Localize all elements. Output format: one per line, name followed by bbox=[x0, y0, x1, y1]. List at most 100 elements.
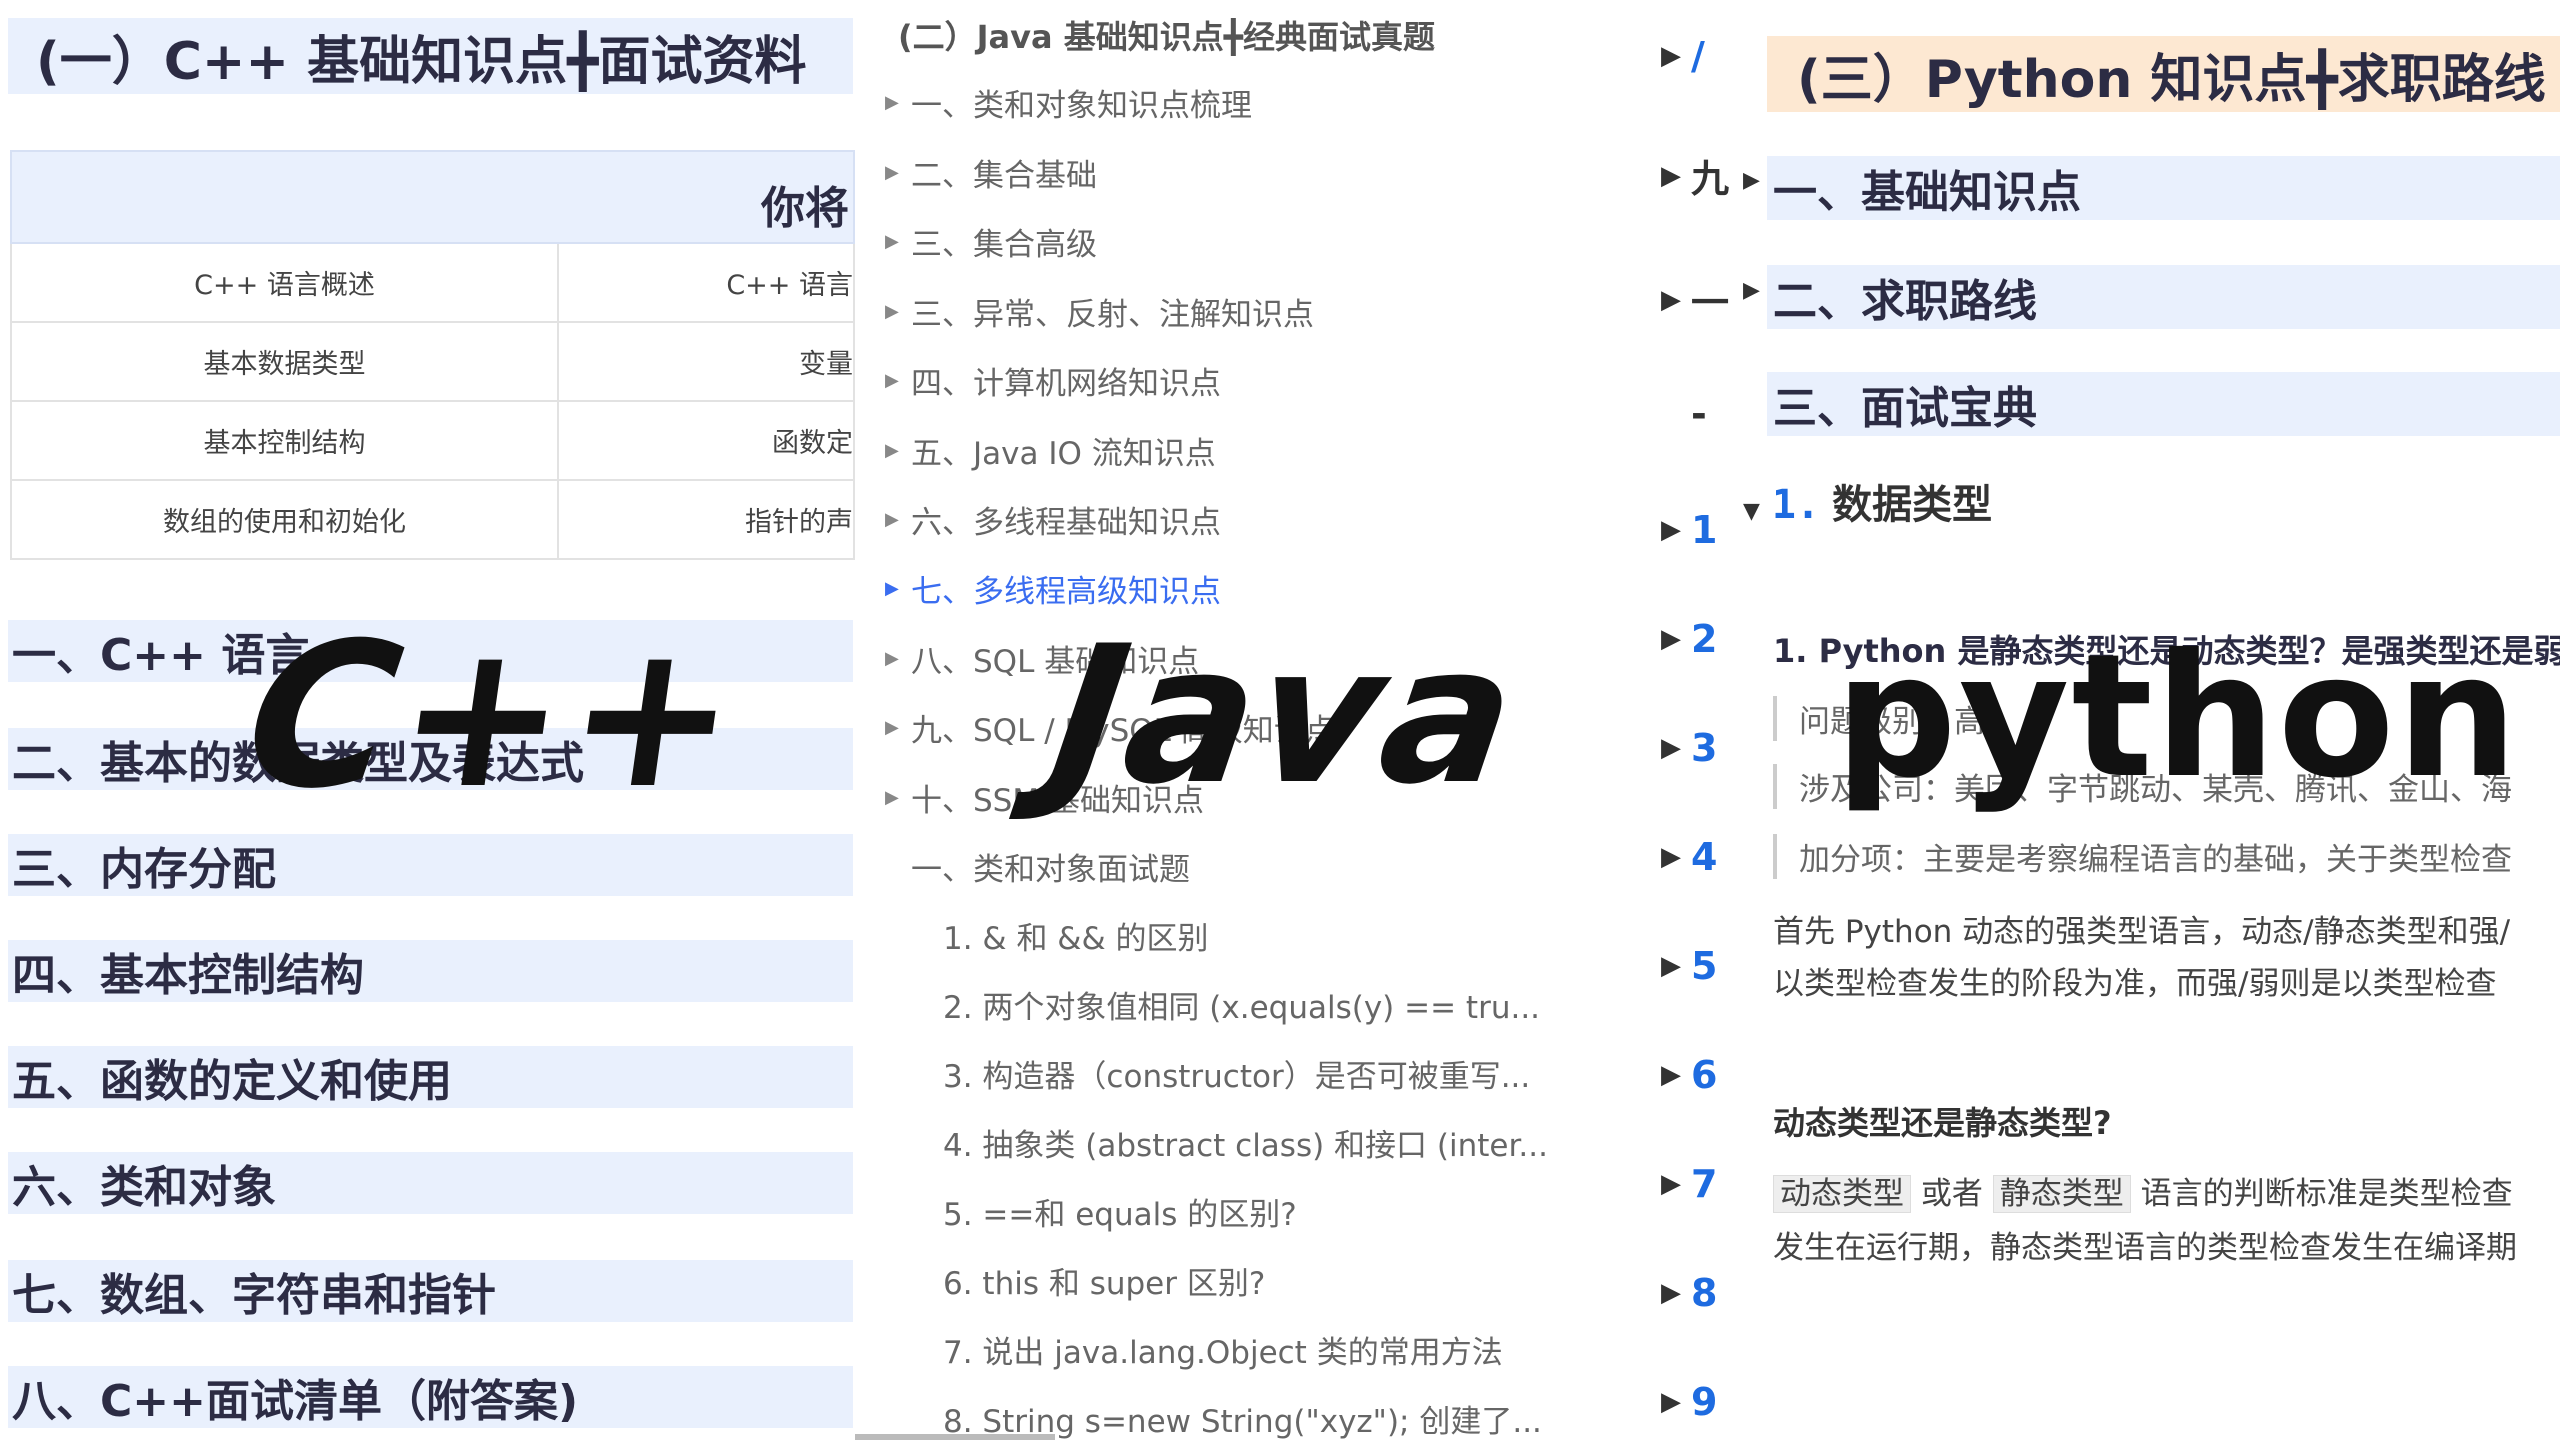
java-toc-item[interactable]: ▶ 五、Java IO 流知识点 bbox=[885, 428, 1216, 473]
table-cell: 基本数据类型 bbox=[12, 323, 559, 400]
caret-right-icon[interactable]: ▶ bbox=[1661, 161, 1681, 191]
paragraph-line: 发生在运行期，静态类型语言的类型检查发生在编译期 bbox=[1773, 1230, 2517, 1266]
caret-right-icon[interactable]: ▶ bbox=[885, 301, 911, 322]
caret-right-icon[interactable]: ▶ bbox=[885, 509, 911, 530]
caret-right-icon[interactable]: ▶ bbox=[1743, 168, 1760, 193]
python-outline-strip: ▶/ ▶九 ▶一 ▶- ▶1 ▶2 ▶3 ▶4 ▶5 ▶6 ▶7 ▶8 ▶9 bbox=[1655, 0, 1729, 1440]
java-toc-item[interactable]: ▶ 四、计算机网络知识点 bbox=[885, 358, 1221, 403]
outline-label: 5 bbox=[1691, 944, 1718, 988]
outline-item[interactable]: ▶ 九 bbox=[1661, 148, 1729, 203]
caret-right-icon[interactable]: ▶ bbox=[885, 648, 911, 669]
outline-item[interactable]: ▶ 1 bbox=[1661, 508, 1717, 552]
java-toc-item[interactable]: ▶ 三、异常、反射、注解知识点 bbox=[885, 289, 1314, 334]
java-toc-subitem[interactable]: 2. 两个对象值相同 (x.equals(y) == tru... bbox=[943, 982, 1540, 1027]
caret-right-icon[interactable]: ▶ bbox=[885, 440, 911, 461]
python-subsection-heading[interactable]: ▼ 1. 数据类型 bbox=[1743, 472, 1992, 530]
heading-text: 数据类型 bbox=[1832, 482, 1993, 528]
python-title-bar: (三）Python 知识点╋求职路线 bbox=[1767, 36, 2560, 112]
inline-code: 动态类型 bbox=[1773, 1175, 1911, 1213]
caret-right-icon[interactable]: ▶ bbox=[885, 92, 911, 113]
table-cell: 指针的声 bbox=[745, 507, 853, 538]
outline-label: 6 bbox=[1691, 1053, 1718, 1097]
paragraph-text: 语言的判断标准是类型检查 bbox=[2140, 1176, 2513, 1212]
outline-item[interactable]: ▶ 2 bbox=[1661, 617, 1717, 661]
cpp-section-5[interactable]: 五、函数的定义和使用 bbox=[8, 1046, 853, 1108]
cpp-section-8[interactable]: 八、C++面试清单（附答案) bbox=[8, 1366, 853, 1428]
caret-right-icon[interactable]: ▶ bbox=[1661, 1060, 1681, 1090]
outline-item[interactable]: ▶ 7 bbox=[1661, 1162, 1717, 1206]
toc-label: 五、Java IO 流知识点 bbox=[911, 436, 1216, 472]
paragraph-line: 以类型检查发生的阶段为准，而强/弱则是以类型检查 bbox=[1773, 966, 2497, 1002]
java-toc-subheading[interactable]: 一、类和对象面试题 bbox=[911, 844, 1190, 889]
caret-right-icon[interactable]: ▶ bbox=[1661, 842, 1681, 872]
caret-right-icon[interactable]: ▶ bbox=[1661, 624, 1681, 654]
cpp-section-6[interactable]: 六、类和对象 bbox=[8, 1152, 853, 1214]
section-label: 六、类和对象 bbox=[12, 1162, 276, 1213]
java-toc-subitem[interactable]: 4. 抽象类 (abstract class) 和接口 (inter... bbox=[943, 1120, 1548, 1165]
caret-right-icon[interactable]: ▶ bbox=[885, 231, 911, 252]
cpp-logo-text: C++ bbox=[233, 600, 755, 833]
cpp-section-4[interactable]: 四、基本控制结构 bbox=[8, 940, 853, 1002]
cpp-table-header-text: 你将 bbox=[761, 183, 849, 234]
quote-line: 加分项：主要是考察编程语言的基础，关于类型检查 bbox=[1773, 834, 2512, 879]
caret-right-icon[interactable]: ▶ bbox=[1661, 1169, 1681, 1199]
outline-item[interactable]: ▶ 5 bbox=[1661, 944, 1717, 988]
java-toc-item[interactable]: ▶ 六、多线程基础知识点 bbox=[885, 497, 1221, 542]
caret-right-icon[interactable]: ▶ bbox=[1661, 1278, 1681, 1308]
outline-label: 1 bbox=[1691, 508, 1718, 552]
caret-right-icon[interactable]: ▶ bbox=[1661, 41, 1681, 71]
table-cell: 变量 bbox=[799, 349, 853, 380]
caret-down-icon[interactable]: ▼ bbox=[1743, 499, 1760, 524]
outline-item[interactable]: ▶ 6 bbox=[1661, 1053, 1717, 1097]
outline-item[interactable]: ▶ 9 bbox=[1661, 1380, 1717, 1424]
java-toc-item[interactable]: ▶ 三、集合高级 bbox=[885, 219, 1097, 264]
outline-label: 7 bbox=[1691, 1162, 1718, 1206]
cpp-section-7[interactable]: 七、数组、字符串和指针 bbox=[8, 1260, 853, 1322]
table-cell: 基本控制结构 bbox=[12, 402, 559, 479]
section-label: 四、基本控制结构 bbox=[12, 950, 364, 1001]
java-title: (二）Java 基础知识点╋经典面试真题 bbox=[898, 18, 1435, 56]
java-toc-subitem[interactable]: 3. 构造器（constructor）是否可被重写... bbox=[943, 1051, 1530, 1096]
caret-right-icon[interactable]: ▶ bbox=[1661, 515, 1681, 545]
caret-right-icon[interactable]: ▶ bbox=[885, 370, 911, 391]
java-toc-item[interactable]: ▶ 一、类和对象知识点梳理 bbox=[885, 80, 1252, 125]
toc-label: 5. ==和 equals 的区别? bbox=[943, 1197, 1297, 1233]
horizontal-scrollbar[interactable] bbox=[855, 1434, 1055, 1440]
python-section-1[interactable]: 一、基础知识点 bbox=[1767, 156, 2560, 220]
java-toc-subitem[interactable]: 7. 说出 java.lang.Object 类的常用方法 bbox=[943, 1327, 1503, 1372]
heading-number: 1. bbox=[1771, 482, 1821, 528]
section-label: 七、数组、字符串和指针 bbox=[12, 1270, 496, 1321]
java-toc-subitem[interactable]: 5. ==和 equals 的区别? bbox=[943, 1189, 1297, 1234]
outline-item[interactable]: ▶ 一 bbox=[1661, 272, 1729, 327]
toc-label: 3. 构造器（constructor）是否可被重写... bbox=[943, 1059, 1531, 1095]
python-section-2[interactable]: 二、求职路线 bbox=[1767, 265, 2560, 329]
caret-right-icon[interactable]: ▶ bbox=[885, 578, 911, 599]
table-cell: 数组的使用和初始化 bbox=[12, 481, 559, 558]
section-label: 一、基础知识点 bbox=[1773, 167, 2081, 218]
outline-item[interactable]: ▶- bbox=[1661, 392, 1707, 436]
caret-right-icon[interactable]: ▶ bbox=[1743, 278, 1760, 303]
outline-item[interactable]: ▶ 4 bbox=[1661, 835, 1717, 879]
caret-right-icon[interactable]: ▶ bbox=[885, 162, 911, 183]
cpp-title: (一）C++ 基础知识点╋面试资料 bbox=[36, 31, 807, 92]
java-logo-text: Java bbox=[1039, 605, 1530, 826]
outline-item[interactable]: ▶ / bbox=[1661, 34, 1705, 78]
caret-right-icon[interactable]: ▶ bbox=[1661, 951, 1681, 981]
outline-label: 2 bbox=[1691, 617, 1718, 661]
caret-right-icon[interactable]: ▶ bbox=[885, 717, 911, 738]
outline-label: 4 bbox=[1691, 835, 1718, 879]
caret-right-icon[interactable]: ▶ bbox=[1661, 285, 1681, 315]
python-title: (三）Python 知识点╋求职路线 bbox=[1797, 49, 2546, 110]
caret-right-icon[interactable]: ▶ bbox=[1661, 1387, 1681, 1417]
caret-right-icon[interactable]: ▶ bbox=[1661, 733, 1681, 763]
caret-right-icon[interactable]: ▶ bbox=[885, 787, 911, 808]
outline-item[interactable]: ▶ 8 bbox=[1661, 1271, 1717, 1315]
cpp-section-3[interactable]: 三、内存分配 bbox=[8, 834, 853, 896]
python-section-3[interactable]: 三、面试宝典 bbox=[1767, 372, 2560, 436]
java-toc-item[interactable]: ▶ 二、集合基础 bbox=[885, 150, 1097, 195]
outline-item[interactable]: ▶ 3 bbox=[1661, 726, 1717, 770]
toc-label: 1. & 和 && 的区别 bbox=[943, 921, 1209, 957]
java-toc-subitem[interactable]: 1. & 和 && 的区别 bbox=[943, 913, 1209, 958]
table-row: 数组的使用和初始化 指针的声 bbox=[10, 481, 855, 560]
java-toc-subitem[interactable]: 6. this 和 super 区别? bbox=[943, 1258, 1265, 1303]
